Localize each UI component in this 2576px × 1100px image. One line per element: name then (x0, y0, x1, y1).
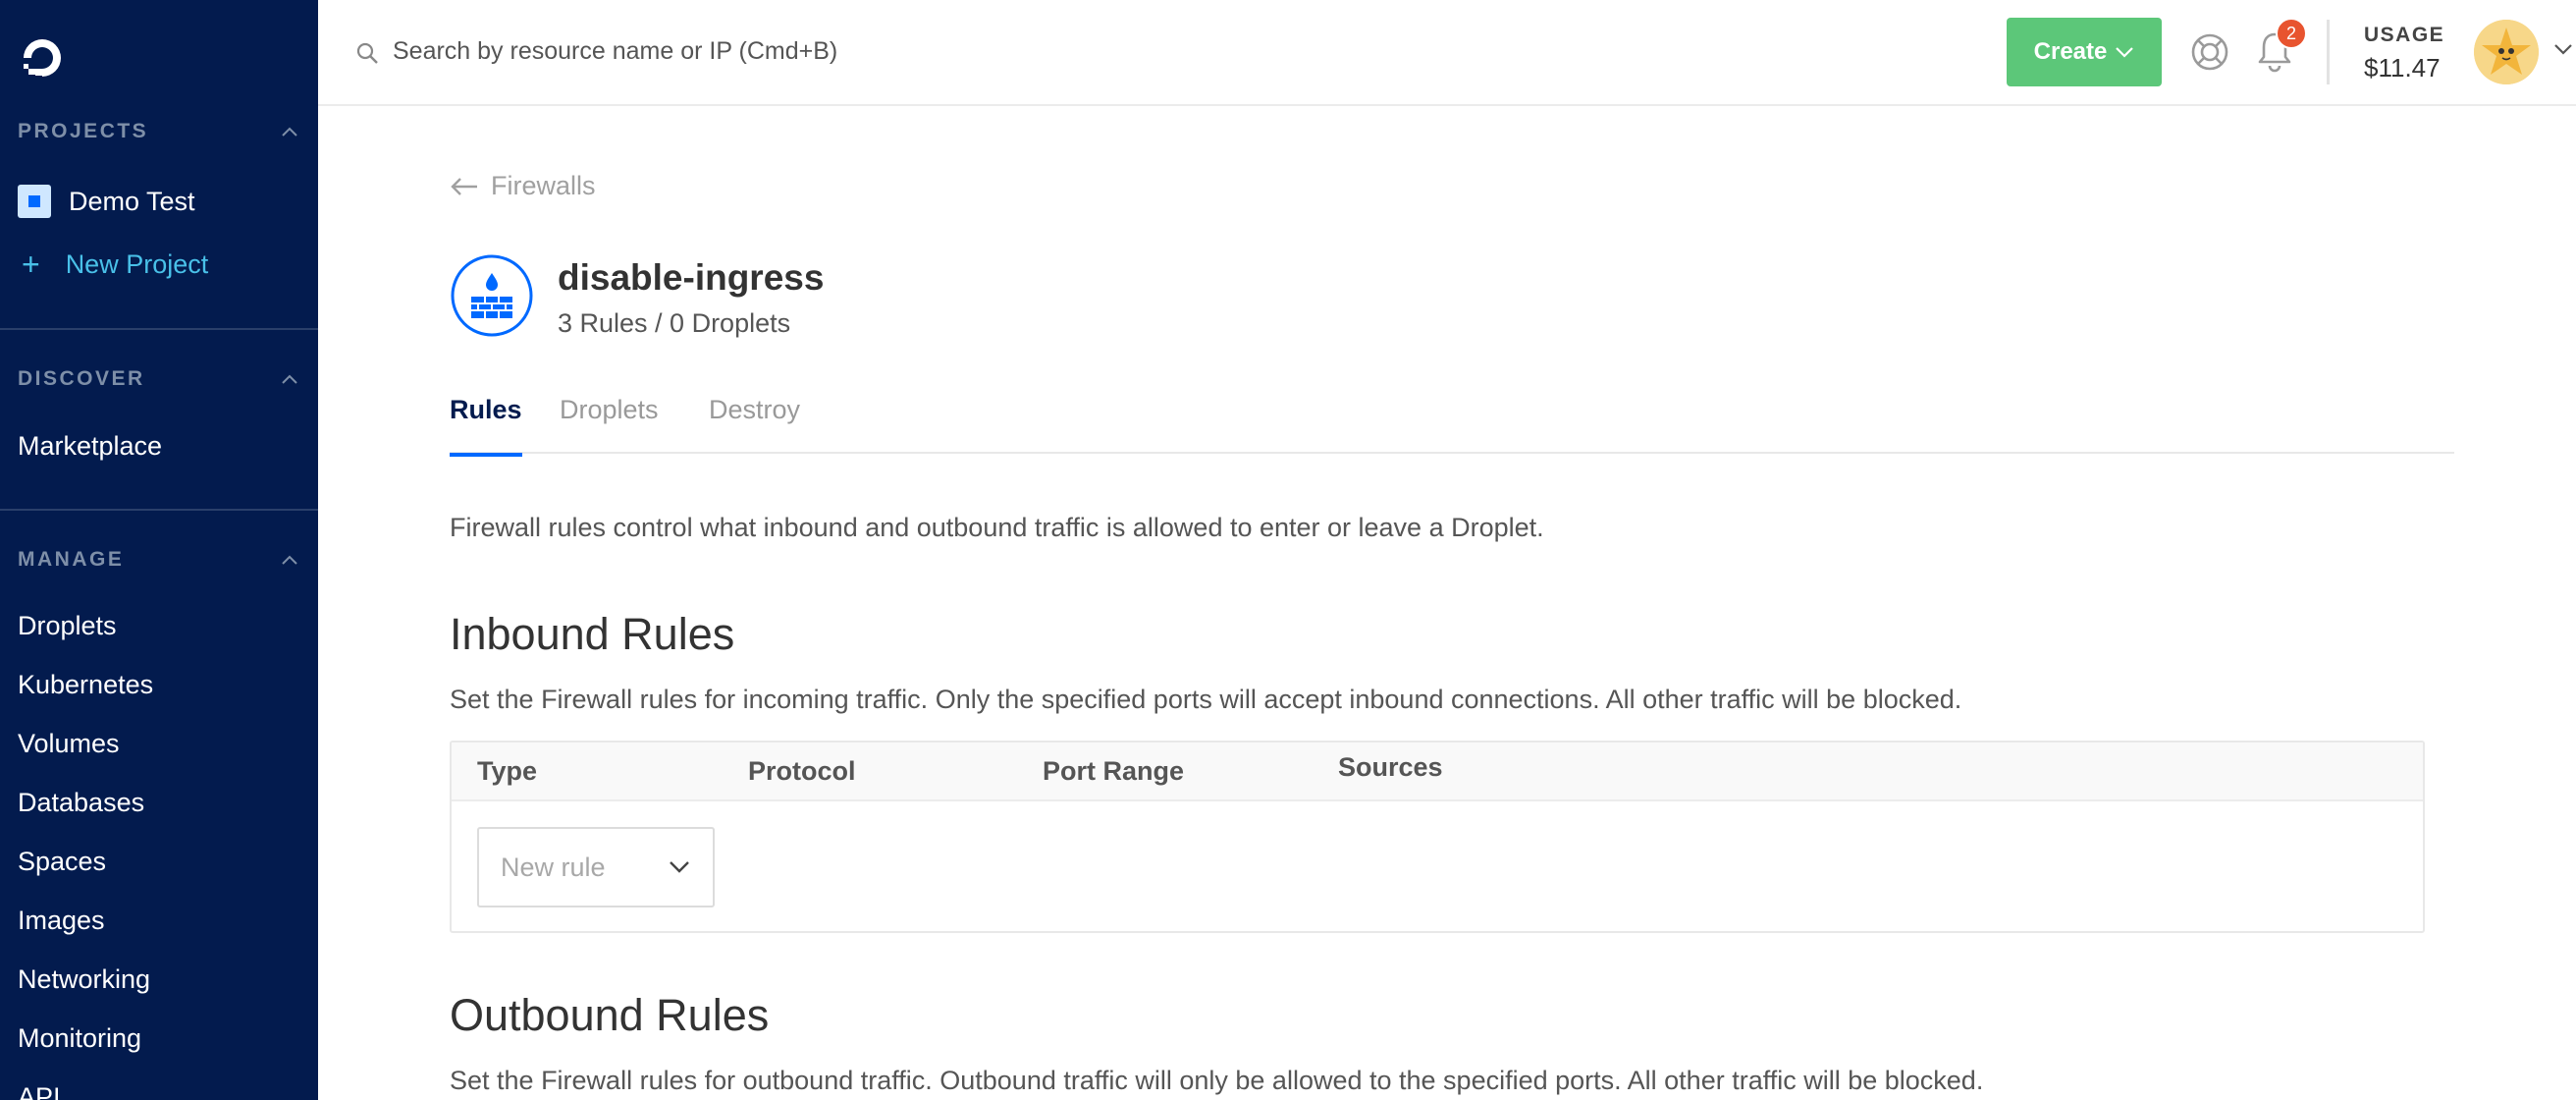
notification-badge: 2 (2276, 18, 2307, 49)
page-title: disable-ingress (558, 257, 825, 298)
usage-value[interactable]: $11.47 (2364, 53, 2441, 83)
sidebar-item-droplets[interactable]: Droplets (18, 606, 117, 645)
create-label: Create (2033, 38, 2108, 65)
firewall-icon (451, 254, 533, 337)
firewall-summary: 3 Rules / 0 Droplets (558, 308, 791, 338)
topbar-divider (2327, 20, 2330, 84)
inbound-rules-heading: Inbound Rules (450, 609, 735, 659)
sidebar-divider (0, 509, 318, 511)
back-to-firewalls-link[interactable]: Firewalls (450, 171, 596, 201)
sidebar-item-networking[interactable]: Networking (18, 960, 150, 999)
inbound-rules-table: Type Protocol Port Range Sources New rul… (450, 741, 2425, 933)
sidebar-item-marketplace[interactable]: Marketplace (18, 426, 162, 466)
usage-label: USAGE (2364, 24, 2445, 46)
outbound-rules-heading: Outbound Rules (450, 990, 770, 1040)
inbound-rules-table-header: Type Protocol Port Range Sources (452, 742, 2423, 801)
back-label: Firewalls (491, 171, 596, 200)
column-header-port-range: Port Range (1043, 756, 1185, 786)
sidebar-item-api[interactable]: API (18, 1077, 61, 1100)
chevron-up-icon (282, 555, 297, 565)
create-button[interactable]: Create (2007, 18, 2162, 86)
search-icon (356, 42, 378, 64)
tab-droplets[interactable]: Droplets (560, 391, 659, 454)
chevron-up-icon (282, 127, 297, 137)
manage-section-header[interactable]: MANAGE (18, 545, 300, 575)
starfish-avatar-icon (2474, 20, 2539, 84)
column-header-type: Type (477, 756, 538, 786)
sidebar-item-databases[interactable]: Databases (18, 783, 144, 822)
topbar: Create 2 USAGE $11.47 (318, 0, 2576, 106)
tab-rules[interactable]: Rules (450, 391, 522, 457)
new-rule-select[interactable]: New rule (477, 827, 715, 908)
sidebar-divider (0, 328, 318, 330)
new-project-button[interactable]: + New Project (18, 245, 208, 284)
search-input[interactable] (393, 29, 1080, 73)
digitalocean-logo-icon[interactable] (18, 33, 67, 82)
chevron-down-icon (670, 861, 689, 873)
main-content: Firewalls disable-ingress 3 Rules / 0 Dr… (318, 106, 2576, 1100)
tab-bar: Rules Droplets Destroy (450, 391, 2454, 457)
sidebar-item-volumes[interactable]: Volumes (18, 724, 120, 763)
new-rule-placeholder: New rule (501, 852, 606, 882)
discover-section-header[interactable]: DISCOVER (18, 364, 300, 394)
outbound-rules-description: Set the Firewall rules for outbound traf… (450, 1066, 1984, 1095)
chevron-up-icon (282, 374, 297, 384)
projects-section-header[interactable]: PROJECTS (18, 117, 300, 146)
rules-intro-text: Firewall rules control what inbound and … (450, 513, 1544, 542)
project-icon (18, 185, 51, 218)
plus-icon: + (22, 247, 40, 282)
sidebar-item-spaces[interactable]: Spaces (18, 842, 106, 881)
projects-label: PROJECTS (18, 120, 149, 142)
app-root: PROJECTS Demo Test + New Project DISCOVE… (0, 0, 2576, 1100)
help-lifebuoy-icon[interactable] (2189, 31, 2230, 73)
sidebar-item-kubernetes[interactable]: Kubernetes (18, 665, 153, 704)
sidebar-item-images[interactable]: Images (18, 901, 105, 940)
tab-destroy[interactable]: Destroy (709, 391, 800, 454)
new-project-label: New Project (65, 248, 209, 279)
arrow-left-icon (451, 177, 477, 195)
manage-label: MANAGE (18, 548, 125, 571)
project-item-demo-test[interactable]: Demo Test (18, 182, 195, 221)
sidebar-item-monitoring[interactable]: Monitoring (18, 1018, 141, 1058)
chevron-down-icon[interactable] (2552, 41, 2574, 57)
column-header-protocol: Protocol (748, 756, 856, 786)
sidebar: PROJECTS Demo Test + New Project DISCOVE… (0, 0, 318, 1100)
column-header-sources: Sources (1338, 752, 1443, 782)
avatar[interactable] (2474, 20, 2539, 84)
chevron-down-icon (2116, 47, 2134, 58)
inbound-rules-description: Set the Firewall rules for incoming traf… (450, 685, 1962, 714)
discover-label: DISCOVER (18, 367, 145, 390)
project-name: Demo Test (69, 186, 195, 216)
